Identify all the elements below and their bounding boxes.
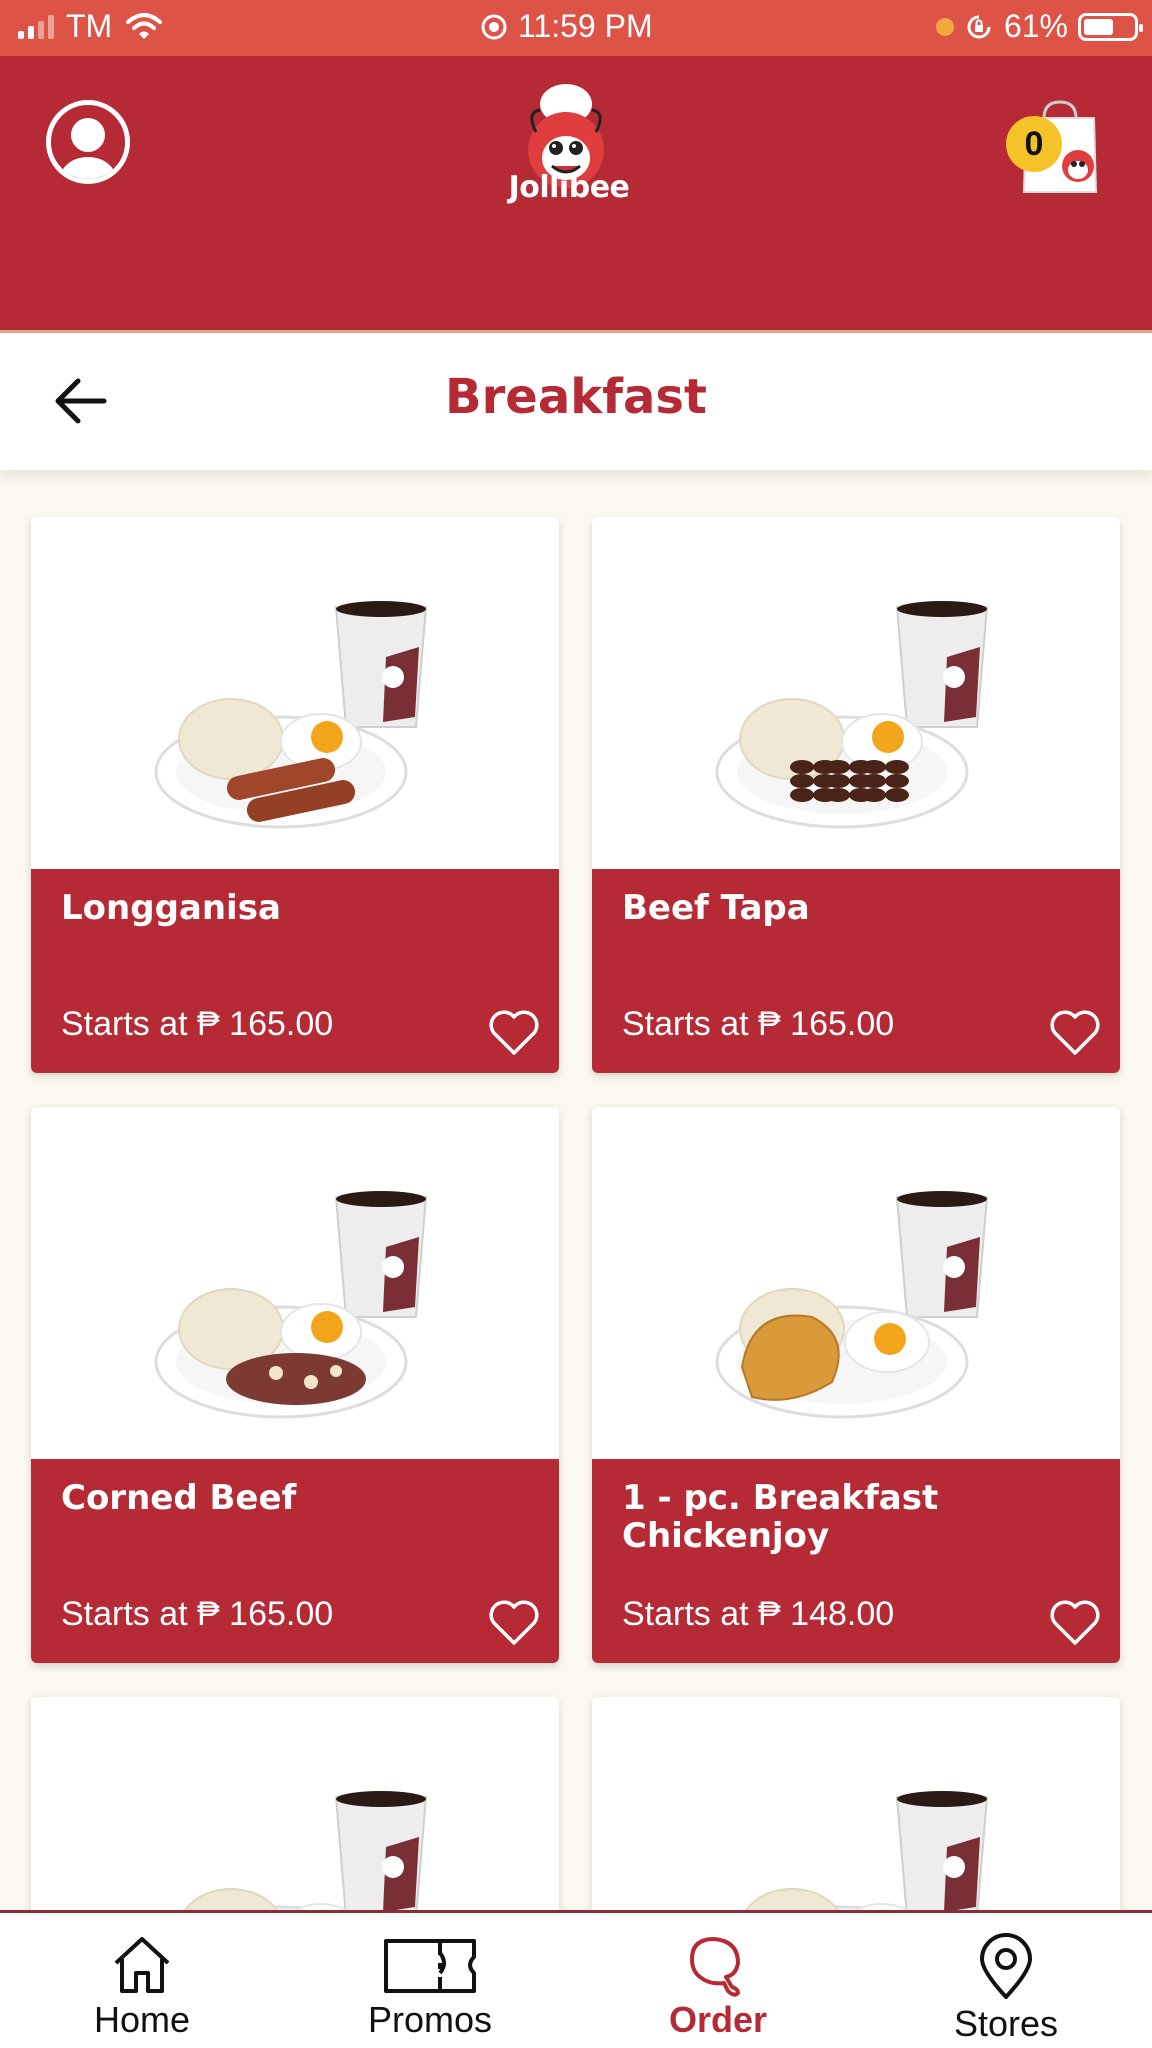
wifi-icon <box>126 12 163 39</box>
beef-tapa-piece <box>790 760 814 774</box>
battery-percent: 61% <box>1003 8 1068 44</box>
nav-order[interactable]: Order <box>618 1933 818 2041</box>
product-price: Starts at ₱ 165.00 <box>61 1005 334 1043</box>
beef-tapa-piece <box>862 774 886 788</box>
user-avatar-icon <box>60 118 116 179</box>
potato-piece <box>304 1375 318 1389</box>
product-info: Longganisa Starts at ₱ 165.00 <box>31 869 559 1073</box>
product-image <box>592 1107 1120 1459</box>
potato-piece <box>269 1366 283 1380</box>
egg-yolk <box>872 721 904 753</box>
bottom-nav: Home Promos Order Stores <box>0 1910 1152 2048</box>
beef-tapa-piece <box>790 788 814 802</box>
coffee-surface <box>336 601 426 617</box>
product-info: Corned Beef Starts at ₱ 165.00 <box>31 1459 559 1663</box>
product-card[interactable]: Longganisa Starts at ₱ 165.00 <box>31 517 559 1073</box>
beef-tapa-piece <box>790 774 814 788</box>
app-header: Jollibee 0 <box>0 56 1152 330</box>
drumstick-icon <box>690 1937 740 1997</box>
rice <box>178 698 284 780</box>
beef-tapa-piece <box>885 760 909 774</box>
product-price: Starts at ₱ 148.00 <box>622 1595 895 1633</box>
product-card[interactable]: 1 - pc. Breakfast Chickenjoy Starts at ₱… <box>592 1107 1120 1663</box>
nav-home-label: Home <box>93 1999 191 2040</box>
screen-record-icon <box>481 14 507 39</box>
product-name: Beef Tapa <box>622 888 810 928</box>
title-bar: Breakfast <box>0 330 1152 470</box>
coffee-surface <box>897 601 987 617</box>
status-right: 61% <box>935 8 1143 45</box>
heart-icon[interactable] <box>487 1597 541 1647</box>
cup-mascot <box>943 1856 965 1878</box>
beef-tapa-piece <box>885 774 909 788</box>
product-image <box>592 517 1120 869</box>
product-card[interactable]: Beef Tapa Starts at ₱ 165.00 <box>592 517 1120 1073</box>
cart-count-badge[interactable]: 0 <box>1006 116 1062 172</box>
beef-tapa-piece <box>826 760 850 774</box>
rotation-lock-icon <box>967 15 991 38</box>
beef-tapa-piece <box>826 774 850 788</box>
status-left: TM <box>18 8 164 45</box>
product-image <box>31 1107 559 1459</box>
product-card[interactable]: Corned Beef Starts at ₱ 165.00 <box>31 1107 559 1663</box>
nav-order-label: Order <box>668 1999 768 2040</box>
product-name: Corned Beef <box>61 1478 297 1518</box>
cup-mascot <box>943 1256 965 1278</box>
nav-home[interactable]: Home <box>42 1933 242 2041</box>
coffee-surface <box>897 1191 987 1207</box>
carrier-label: TM <box>66 8 113 44</box>
status-time: 11:59 PM <box>518 8 653 44</box>
cup-mascot <box>382 666 404 688</box>
mic-indicator-icon <box>935 17 954 36</box>
profile-button[interactable] <box>46 100 130 184</box>
beef-tapa-piece <box>862 760 886 774</box>
status-center: 11:59 PM <box>480 8 653 45</box>
ticket-icon <box>384 1939 476 1993</box>
cup-mascot <box>382 1856 404 1878</box>
product-name: 1 - pc. Breakfast Chickenjoy <box>622 1478 939 1556</box>
cup-mascot <box>382 1256 404 1278</box>
corned-beef <box>226 1353 366 1405</box>
battery-icon <box>1078 12 1143 41</box>
coffee-surface <box>897 1791 987 1807</box>
egg-yolk <box>874 1323 906 1355</box>
brand-name: Jollibee <box>508 170 630 205</box>
product-info: 1 - pc. Breakfast Chickenjoy Starts at ₱… <box>592 1459 1120 1663</box>
nav-promos[interactable]: Promos <box>330 1933 530 2041</box>
coffee-surface <box>336 1191 426 1207</box>
location-pin-icon <box>980 1933 1032 1999</box>
beef-tapa-piece <box>826 788 850 802</box>
nav-stores[interactable]: Stores <box>906 1933 1106 2045</box>
product-info: Beef Tapa Starts at ₱ 165.00 <box>592 869 1120 1073</box>
page-title: Breakfast <box>445 369 707 425</box>
home-icon <box>114 1937 170 1993</box>
signal-icon <box>18 14 54 39</box>
beef-tapa-piece <box>885 788 909 802</box>
nav-stores-label: Stores <box>953 2003 1059 2044</box>
coffee-surface <box>336 1791 426 1807</box>
heart-icon[interactable] <box>1048 1007 1102 1057</box>
battery-fill <box>1084 18 1113 35</box>
egg-yolk <box>311 721 343 753</box>
product-price: Starts at ₱ 165.00 <box>61 1595 334 1633</box>
potato-piece <box>330 1365 342 1377</box>
heart-icon[interactable] <box>1048 1597 1102 1647</box>
beef-tapa-piece <box>862 788 886 802</box>
status-bar: TM 11:59 PM 61% <box>0 0 1152 56</box>
product-name: Longganisa <box>61 888 281 928</box>
egg-yolk <box>311 1311 343 1343</box>
heart-icon[interactable] <box>487 1007 541 1057</box>
product-image <box>31 517 559 869</box>
cup-mascot <box>943 666 965 688</box>
nav-promos-label: Promos <box>367 1999 493 2040</box>
product-price: Starts at ₱ 165.00 <box>622 1005 895 1043</box>
